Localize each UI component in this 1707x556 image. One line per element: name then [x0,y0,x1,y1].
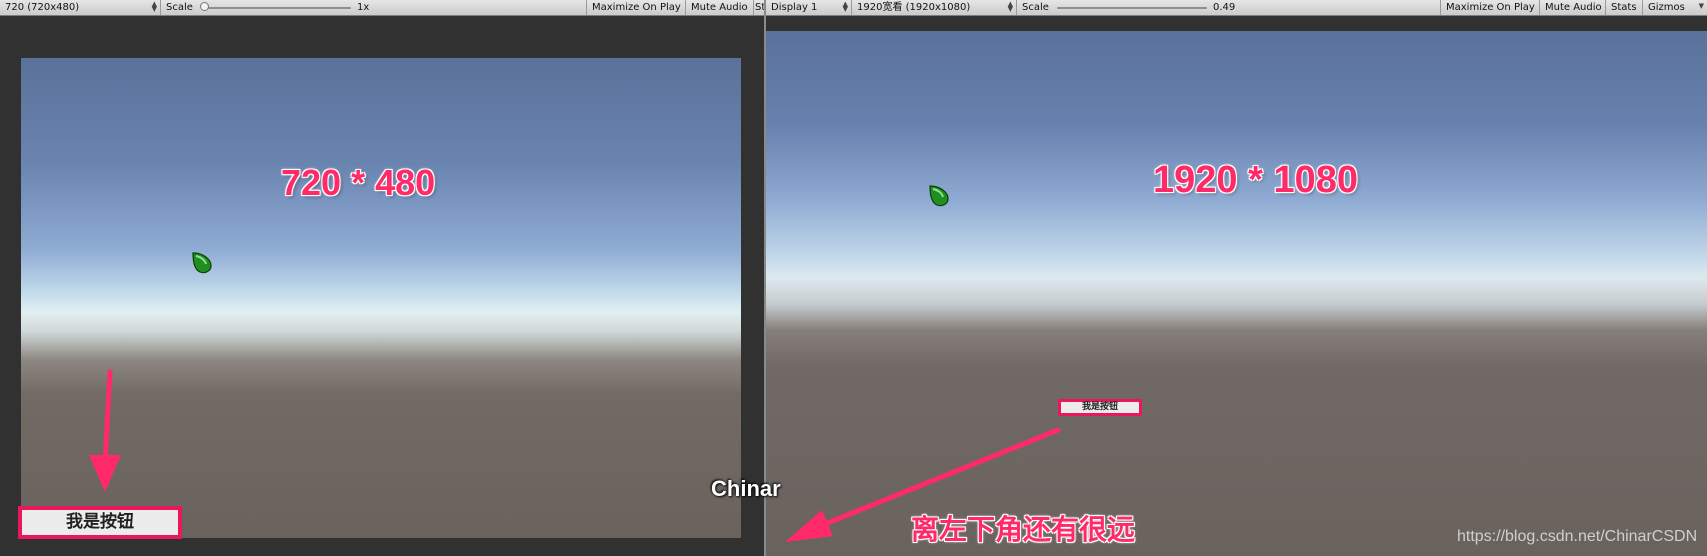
resolution-annotation-left: 720 * 480 [281,162,436,203]
light-gizmo-icon [929,185,949,207]
stats-toggle[interactable]: Stats [1606,0,1643,15]
game-view-toolbar-right: Display 1 ▲ ▼ 1920宽看 (1920x1080) ▲ ▼ Scale… [766,0,1707,16]
mute-audio-toggle[interactable]: Mute Audio [686,0,754,15]
scale-slider-thumb[interactable] [200,2,209,11]
stats-label: Stats [1611,2,1637,13]
resolution-dropdown-label: 1920宽看 (1920x1080) [857,2,971,13]
light-gizmo-icon [192,252,212,274]
scale-slider-track[interactable] [203,7,351,9]
dropdown-arrows-icon: ▲ ▼ [842,0,848,13]
maximize-on-play-label: Maximize On Play [592,2,681,13]
ui-button-right[interactable]: 我是按钮 [1058,399,1142,416]
dropdown-arrows-icon: ▲ ▼ [1007,0,1013,13]
gizmos-dropdown[interactable]: Gizmos ▼ [1643,0,1707,15]
game-view-right: Display 1 ▲ ▼ 1920宽看 (1920x1080) ▲ ▼ Scale… [766,0,1707,556]
display-dropdown[interactable]: Display 1 ▲ ▼ [766,0,852,15]
game-view-toolbar-left: 720 (720x480) ▲ ▼ Scale 1x Maximize On Pl… [0,0,764,16]
game-view-left: 720 (720x480) ▲ ▼ Scale 1x Maximize On Pl… [0,0,764,556]
game-render-right: 1920 * 1080 我是按钮 [766,31,1707,556]
source-url-text: https://blog.csdn.net/ChinarCSDN [1457,528,1698,545]
maximize-on-play-toggle[interactable]: Maximize On Play [586,0,686,15]
resolution-dropdown[interactable]: 720 (720x480) ▲ ▼ [0,0,161,15]
scale-value: 1x [357,2,370,13]
game-render-left: 720 * 480 [21,58,741,538]
resolution-dropdown[interactable]: 1920宽看 (1920x1080) ▲ ▼ [852,0,1017,15]
resolution-annotation-right: 1920 * 1080 [1153,159,1358,201]
caption-text: 离左下角还有很远 [911,513,1136,546]
scale-value: 0.49 [1213,2,1236,13]
maximize-on-play-label: Maximize On Play [1446,2,1535,13]
scale-label: Scale [1022,2,1049,13]
mute-audio-label: Mute Audio [691,2,748,13]
dropdown-arrows-icon: ▲ ▼ [151,0,157,13]
gizmos-label: Gizmos [1648,2,1685,13]
mute-audio-label: Mute Audio [1545,2,1602,13]
maximize-on-play-toggle[interactable]: Maximize On Play [1440,0,1540,15]
scale-slider-track[interactable] [1057,7,1207,9]
scale-label: Scale [166,2,193,13]
display-dropdown-label: Display 1 [771,2,818,13]
stats-label: St [755,2,764,13]
dropdown-arrow-icon: ▼ [1698,2,1704,10]
ui-button-left[interactable]: 我是按钮 [18,506,182,539]
resolution-dropdown-label: 720 (720x480) [5,2,80,13]
watermark-text: Chinar [711,476,781,501]
stats-toggle[interactable]: St [754,0,764,15]
mute-audio-toggle[interactable]: Mute Audio [1540,0,1606,15]
